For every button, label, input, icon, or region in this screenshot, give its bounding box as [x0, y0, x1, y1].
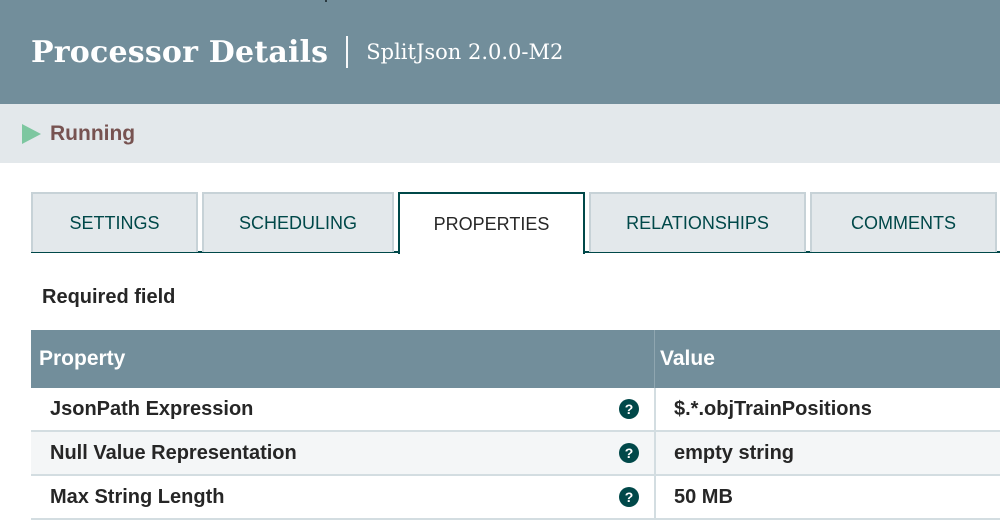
table-row[interactable]: Max String Length ? 50 MB — [31, 476, 1000, 520]
tab-properties[interactable]: PROPERTIES — [398, 192, 585, 254]
run-status-bar: Running — [0, 104, 1000, 163]
property-name: Max String Length — [50, 485, 225, 508]
table-header: Property Value — [31, 330, 1000, 388]
processor-tabs: SETTINGS SCHEDULING PROPERTIES RELATIONS… — [0, 192, 1000, 254]
processor-details-header: Processor Details SplitJson 2.0.0-M2 — [0, 0, 1000, 104]
property-name: Null Value Representation — [50, 441, 297, 464]
column-divider — [654, 432, 656, 474]
table-row[interactable]: JsonPath Expression ? $.*.objTrainPositi… — [31, 388, 1000, 432]
column-divider — [654, 476, 656, 518]
column-header-property[interactable]: Property — [39, 347, 125, 371]
required-field-label: Required field — [42, 286, 176, 308]
question-circle-icon[interactable]: ? — [619, 443, 639, 463]
processor-type-version: SplitJson 2.0.0-M2 — [366, 40, 564, 64]
column-divider — [654, 330, 655, 388]
question-circle-icon[interactable]: ? — [619, 399, 639, 419]
question-circle-icon[interactable]: ? — [619, 487, 639, 507]
run-status-text: Running — [50, 121, 136, 145]
tab-settings[interactable]: SETTINGS — [31, 192, 198, 252]
page-title: Processor Details — [31, 34, 329, 70]
properties-table: Property Value JsonPath Expression ? $.*… — [31, 330, 1000, 520]
property-name: JsonPath Expression — [50, 397, 254, 420]
property-value[interactable]: empty string — [674, 442, 794, 465]
column-header-value[interactable]: Value — [660, 347, 715, 371]
window-edge-mark — [325, 0, 327, 2]
tab-relationships[interactable]: RELATIONSHIPS — [589, 192, 806, 252]
table-row[interactable]: Null Value Representation ? empty string — [31, 432, 1000, 476]
tab-comments[interactable]: COMMENTS — [810, 192, 997, 252]
property-value[interactable]: 50 MB — [674, 486, 733, 509]
title-separator — [346, 36, 349, 68]
play-icon — [22, 123, 41, 144]
property-value[interactable]: $.*.objTrainPositions — [674, 398, 872, 421]
column-divider — [654, 388, 656, 430]
tab-scheduling[interactable]: SCHEDULING — [202, 192, 394, 252]
